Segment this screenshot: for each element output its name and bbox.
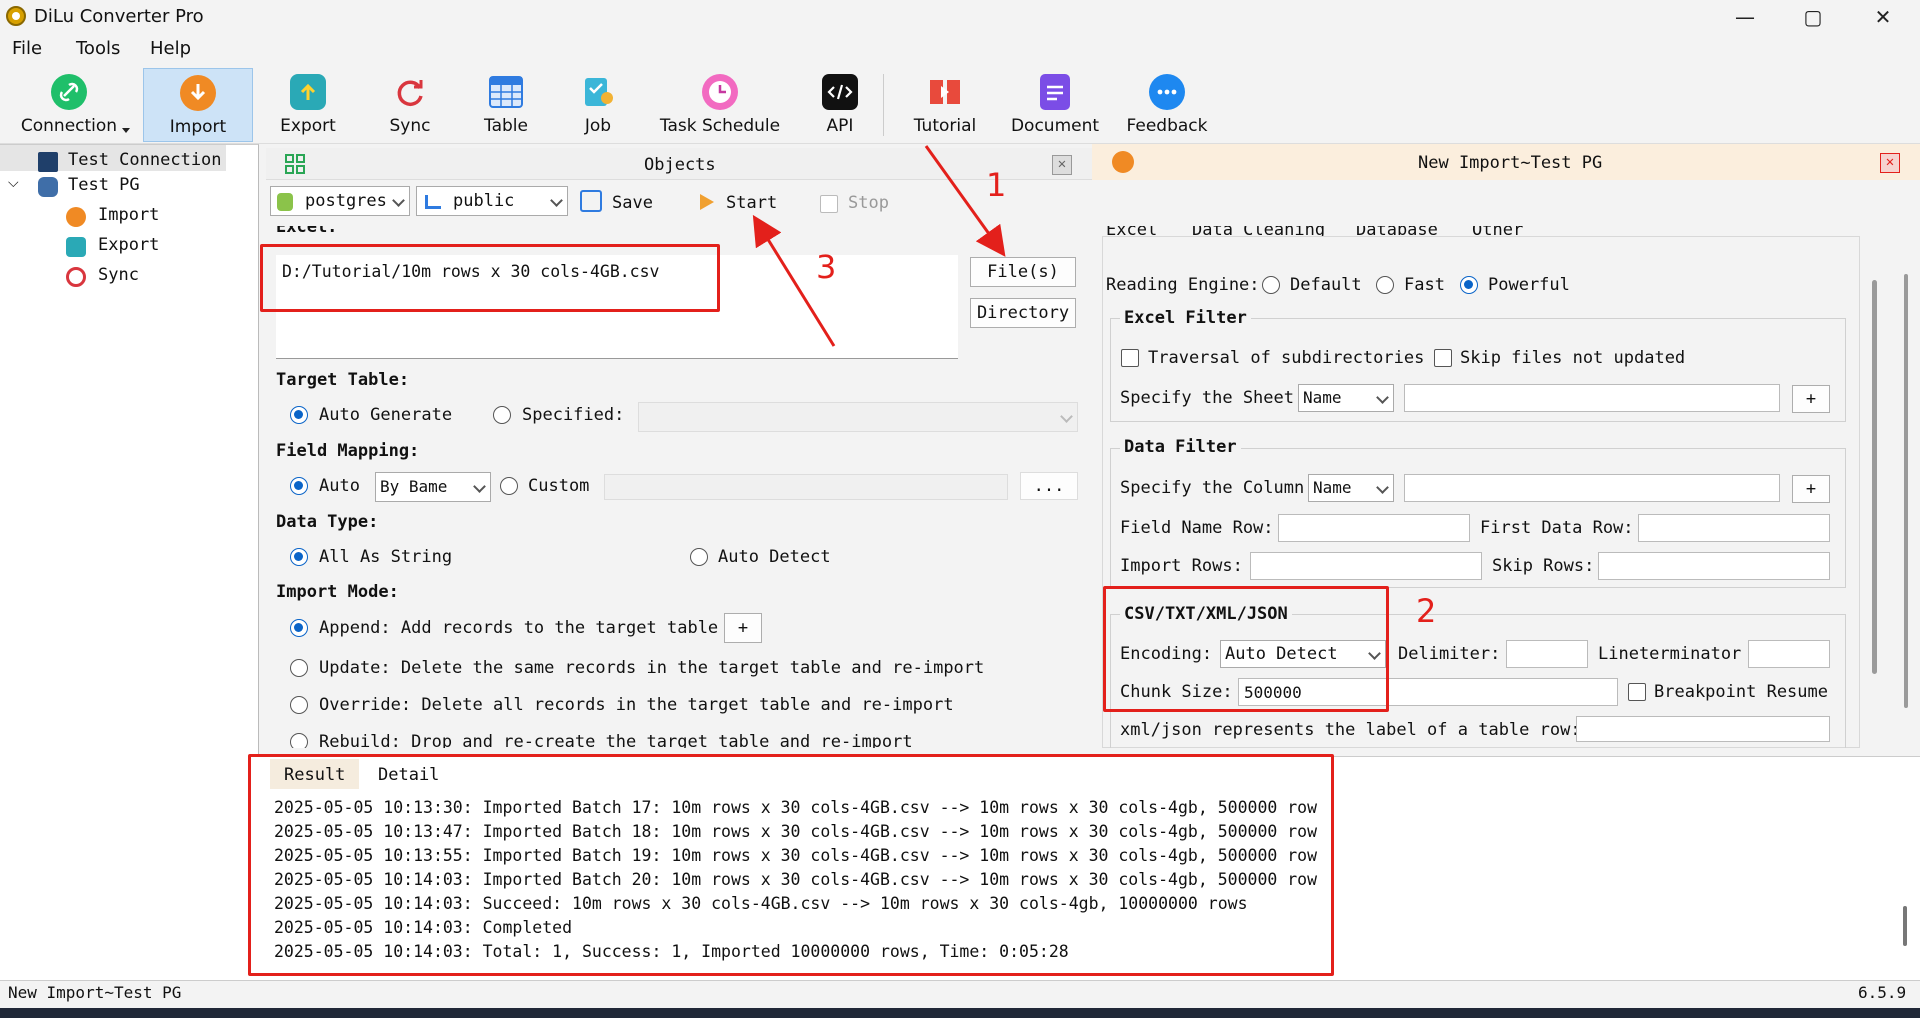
- annotation-arrows: [752, 145, 1006, 347]
- annotation-arrow-1: [924, 145, 1006, 257]
- version-label: 6.5.9: [1858, 983, 1907, 1002]
- annotation-arrow-3: [752, 214, 836, 347]
- status-text: New Import~Test PG: [8, 983, 182, 1002]
- status-bar: [0, 980, 1920, 1010]
- os-taskbar: [0, 1008, 1920, 1018]
